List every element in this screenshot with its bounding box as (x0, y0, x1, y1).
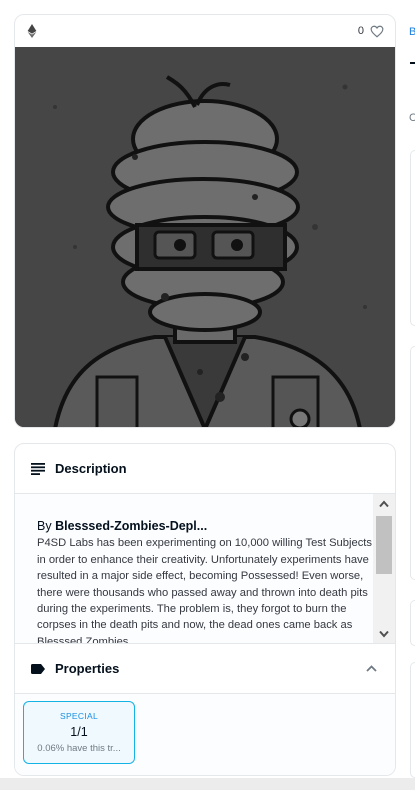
description-header[interactable]: Description (15, 444, 395, 494)
description-body: By Blesssed-Zombies-Depl... P4SD Labs ha… (15, 494, 395, 644)
favorite-button[interactable]: 0 (358, 25, 384, 38)
properties-title: Properties (55, 661, 120, 676)
property-rarity: 0.06% have this tr... (37, 743, 121, 754)
tag-icon (31, 663, 45, 674)
item-image-card: 0 (14, 14, 396, 428)
image-card-header: 0 (15, 15, 395, 47)
details-panel: Description By Blesssed-Zombies-Depl... … (14, 443, 396, 776)
properties-body: SPECIAL 1/1 0.06% have this tr... (15, 694, 395, 775)
right-panel-edge-4 (410, 662, 415, 778)
creator-line: By Blesssed-Zombies-Depl... (37, 518, 377, 534)
artwork-illustration (15, 47, 395, 427)
scroll-thumb[interactable] (376, 516, 392, 574)
chevron-up-icon[interactable] (366, 665, 377, 672)
property-value: 1/1 (70, 725, 88, 739)
description-title: Description (55, 461, 127, 476)
property-card[interactable]: SPECIAL 1/1 0.06% have this tr... (23, 701, 135, 764)
scroll-down-arrow-icon[interactable] (379, 630, 389, 638)
right-panel-edge-2 (410, 346, 415, 580)
properties-header[interactable]: Properties (15, 644, 395, 694)
text-lines-icon (31, 462, 45, 475)
owner-fragment: C (409, 112, 415, 124)
description-scrollbar[interactable] (373, 494, 395, 643)
nft-artwork[interactable] (15, 47, 395, 427)
item-title-fragment (410, 62, 415, 64)
right-panel-edge-3 (410, 600, 415, 646)
right-panel-edge-1 (410, 150, 415, 326)
scroll-up-arrow-icon[interactable] (379, 500, 389, 508)
favorites-count: 0 (357, 25, 364, 37)
collection-link[interactable]: B (409, 26, 415, 38)
property-type: SPECIAL (59, 711, 98, 721)
description-content: By Blesssed-Zombies-Depl... P4SD Labs ha… (37, 518, 377, 644)
creator-link[interactable]: Blesssed-Zombies-Depl... (55, 519, 207, 533)
by-prefix: By (37, 519, 52, 533)
heart-outline-icon (370, 25, 384, 38)
ethereum-icon (27, 24, 37, 38)
horizontal-scrollbar[interactable] (0, 778, 415, 790)
description-text: P4SD Labs has been experimenting on 10,0… (37, 537, 373, 644)
